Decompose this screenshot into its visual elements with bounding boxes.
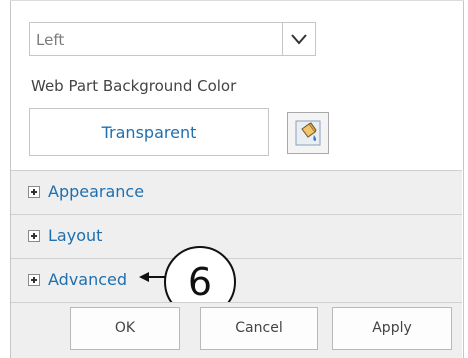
ok-button[interactable]: OK — [70, 307, 180, 350]
section-advanced[interactable]: Advanced — [11, 258, 462, 302]
alignment-select-value: Left — [36, 31, 65, 49]
section-appearance[interactable]: Appearance — [11, 170, 462, 214]
apply-button[interactable]: Apply — [332, 307, 452, 350]
chevron-down-icon[interactable] — [282, 22, 316, 56]
tool-pane-top-border — [10, 0, 464, 1]
section-layout-label[interactable]: Layout — [48, 226, 102, 245]
section-appearance-label[interactable]: Appearance — [48, 182, 144, 201]
section-layout[interactable]: Layout — [11, 214, 462, 258]
background-color-label: Web Part Background Color — [31, 77, 237, 95]
paint-bucket-icon — [295, 120, 321, 146]
background-color-value: Transparent — [101, 123, 197, 142]
expand-plus-icon[interactable] — [28, 230, 40, 242]
cancel-button[interactable]: Cancel — [200, 307, 318, 350]
expand-plus-icon[interactable] — [28, 274, 40, 286]
expand-plus-icon[interactable] — [28, 186, 40, 198]
alignment-select[interactable]: Left — [29, 22, 316, 56]
color-picker-button[interactable] — [287, 112, 329, 154]
background-color-field[interactable]: Transparent — [29, 108, 269, 156]
callout-arrow-icon — [139, 272, 166, 282]
section-advanced-label[interactable]: Advanced — [48, 270, 127, 289]
